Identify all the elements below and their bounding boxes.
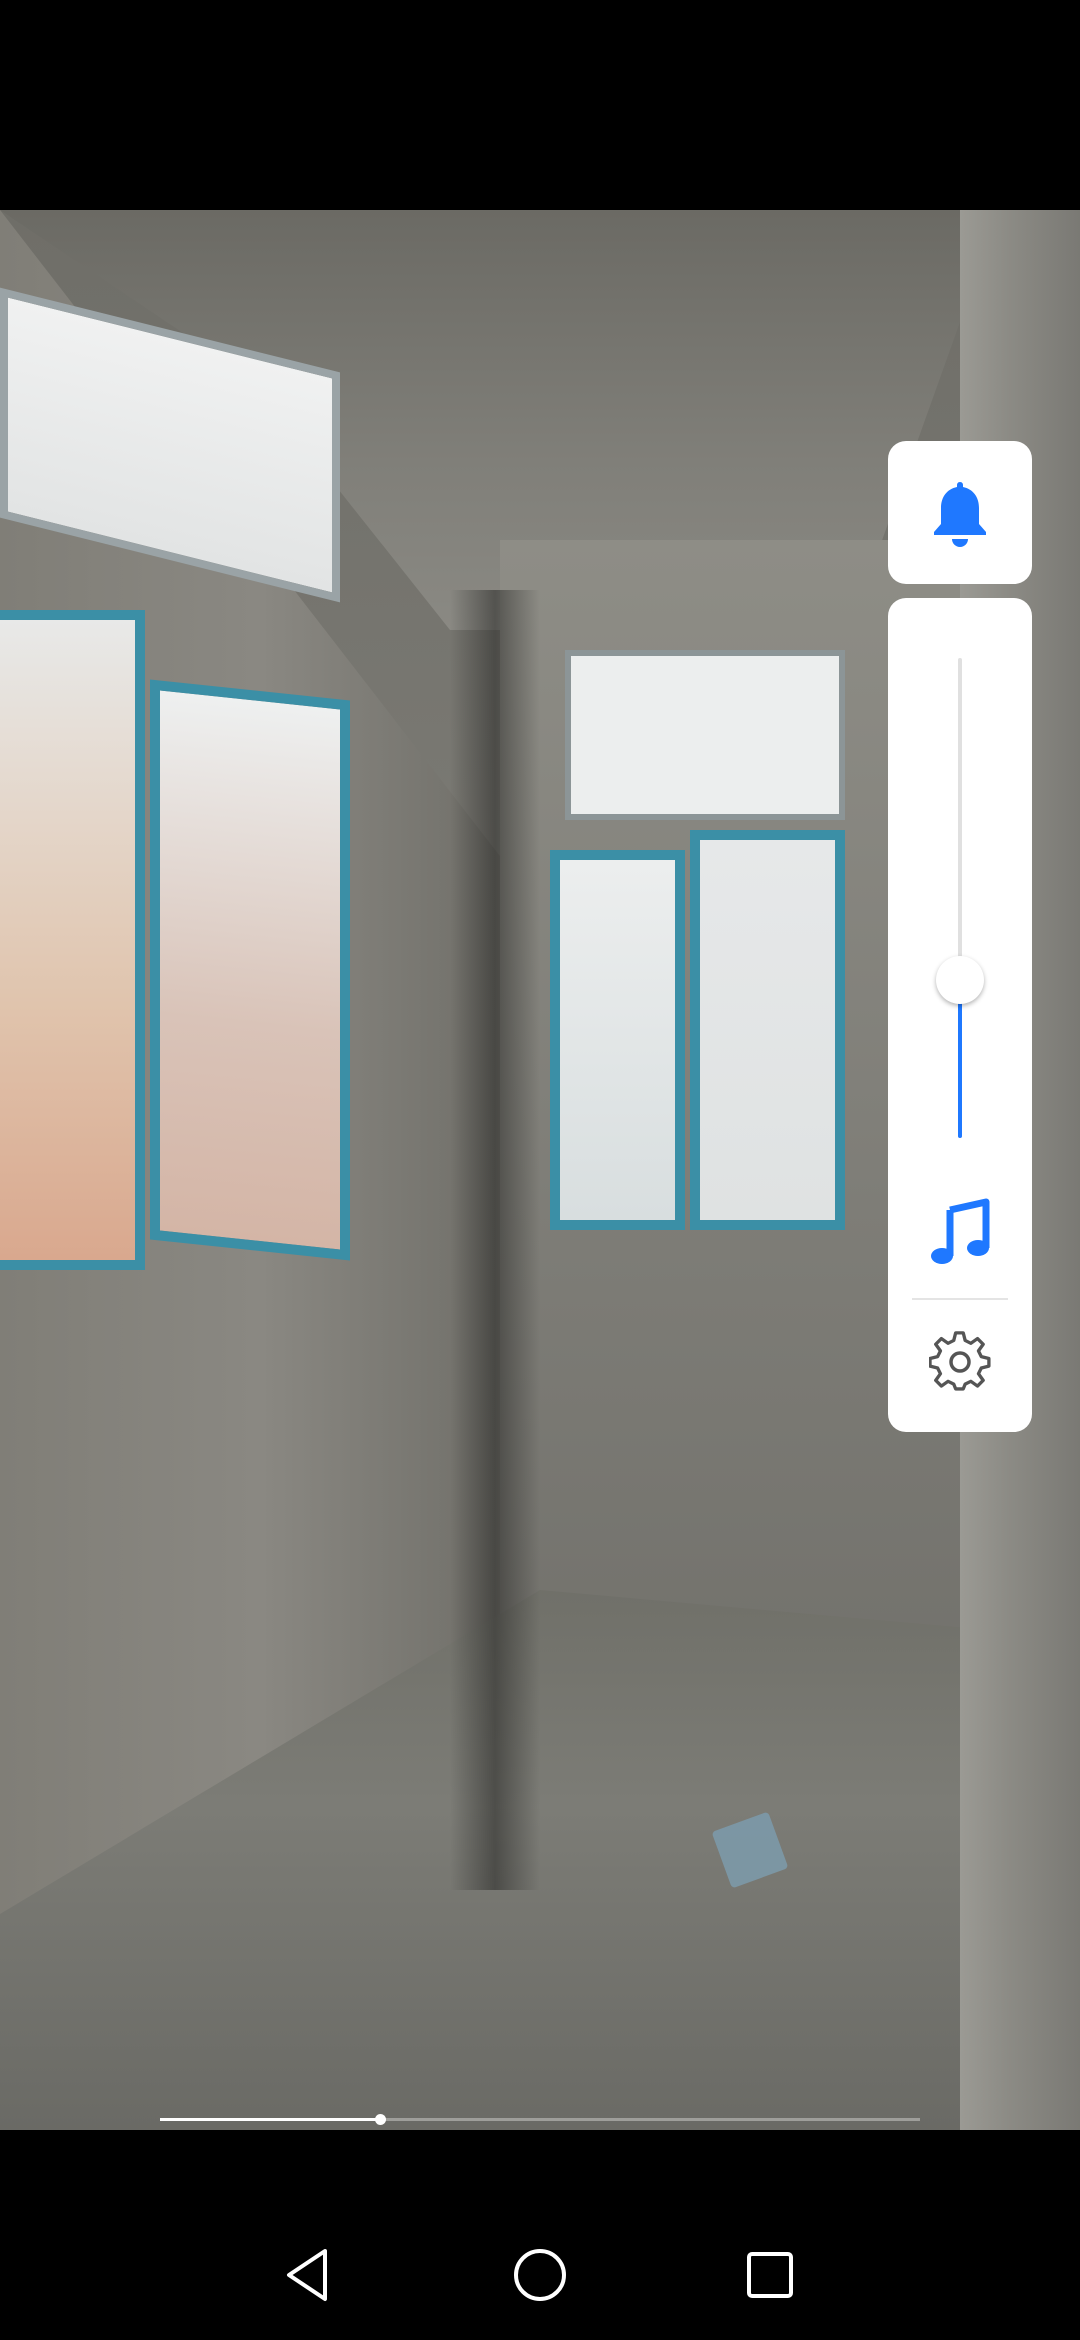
scene-window-left-1 [0, 610, 145, 1270]
video-progress-fill [160, 2118, 381, 2121]
video-progress-bar[interactable] [160, 2114, 920, 2125]
status-bar-area [0, 0, 1080, 210]
volume-panel [888, 598, 1032, 1432]
navigation-bar [0, 2130, 1080, 2340]
sound-settings-button[interactable] [924, 1326, 996, 1398]
scene-window-left-2 [150, 679, 350, 1261]
scene-corner-shadow [450, 590, 540, 1890]
music-note-icon [931, 1198, 990, 1264]
home-button[interactable] [510, 2245, 570, 2305]
scene-window-right-top [565, 650, 845, 820]
scene-window-right-1 [550, 850, 685, 1230]
back-triangle-icon [287, 2249, 327, 2301]
bell-icon [934, 481, 986, 547]
ringer-button[interactable] [888, 441, 1032, 584]
recents-square-icon [747, 2252, 793, 2298]
back-button[interactable] [278, 2245, 338, 2305]
home-circle-icon [514, 2249, 566, 2301]
media-volume-button[interactable] [924, 1193, 996, 1273]
volume-slider[interactable] [936, 658, 984, 1138]
scene-window-right-2 [690, 830, 845, 1230]
panel-divider [912, 1298, 1008, 1300]
gear-icon [929, 1331, 991, 1391]
recents-button[interactable] [740, 2245, 800, 2305]
volume-slider-thumb[interactable] [936, 955, 984, 1004]
